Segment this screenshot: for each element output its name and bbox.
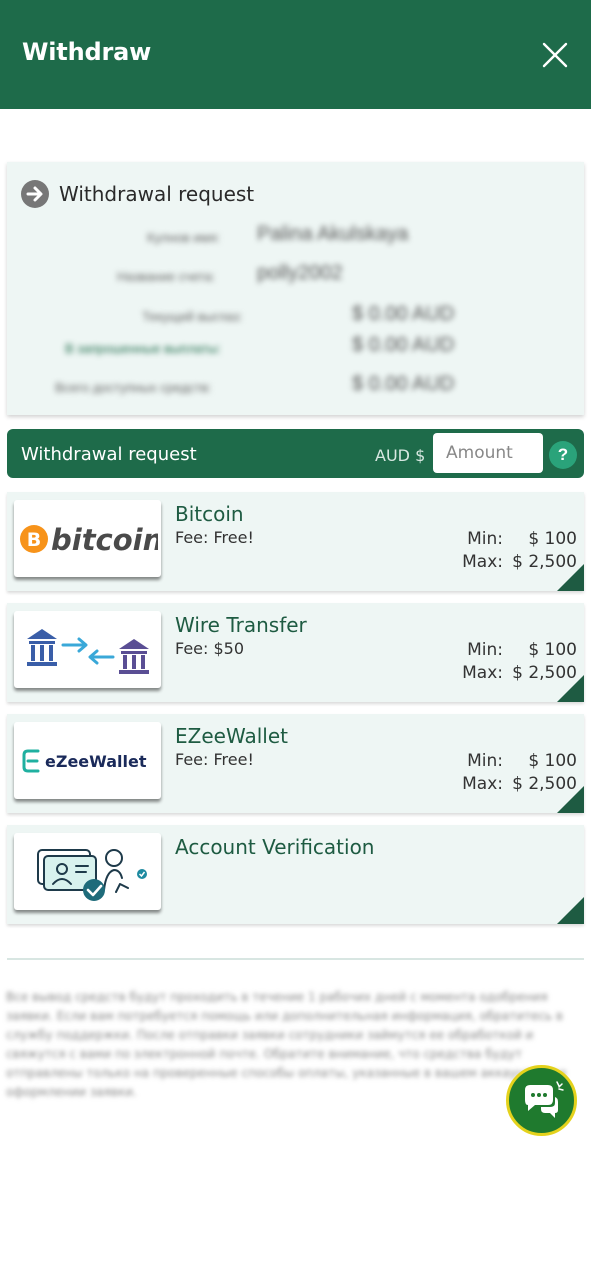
withdrawal-summary-panel: Withdrawal request Кулнов имя: Palina Ak… bbox=[7, 162, 584, 415]
method-fee: Fee: Free! bbox=[175, 528, 254, 547]
method-name: Wire Transfer bbox=[175, 613, 307, 637]
corner-accent bbox=[557, 897, 584, 924]
detail-value: $ 0.00 AUD bbox=[352, 303, 455, 325]
ezeewallet-logo: eZeeWallet bbox=[14, 722, 161, 799]
header-bar: Withdraw bbox=[0, 0, 591, 109]
svg-text:B: B bbox=[26, 529, 40, 551]
corner-accent bbox=[557, 675, 584, 702]
bitcoin-logo: B bitcoin bbox=[14, 500, 161, 577]
payment-method-bitcoin[interactable]: B bitcoin Bitcoin Fee: Free! Min: $ 100 … bbox=[7, 492, 584, 591]
request-label: Withdrawal request bbox=[21, 444, 197, 465]
disclaimer-text: Все вывод средств будут проходить в тече… bbox=[6, 990, 567, 1099]
page-title: Withdraw bbox=[22, 38, 152, 66]
detail-label: Кулнов имя: bbox=[147, 230, 221, 245]
bitcoin-wordmark: bitcoin bbox=[51, 523, 158, 557]
detail-value: $ 0.00 AUD bbox=[352, 373, 455, 395]
detail-label: Название счета: bbox=[117, 269, 216, 284]
min-value: $ 100 bbox=[528, 640, 577, 660]
bank-transfer-icon bbox=[14, 611, 161, 688]
corner-accent bbox=[557, 786, 584, 813]
id-verification-icon bbox=[14, 833, 161, 910]
account-verification[interactable]: Account Verification bbox=[7, 825, 584, 924]
live-chat-button[interactable] bbox=[506, 1065, 577, 1136]
detail-value: $ 0.00 AUD bbox=[352, 334, 455, 356]
arrow-right-circle-icon bbox=[21, 180, 49, 208]
close-icon[interactable] bbox=[538, 38, 572, 72]
ezeewallet-wordmark: eZeeWallet bbox=[45, 752, 147, 771]
method-fee: Fee: Free! bbox=[175, 750, 254, 769]
method-name: EZeeWallet bbox=[175, 724, 288, 748]
chat-bubbles-icon bbox=[524, 1080, 564, 1118]
help-button[interactable]: ? bbox=[549, 441, 577, 469]
detail-value: polly2002 bbox=[257, 262, 343, 284]
min-value: $ 100 bbox=[528, 529, 577, 549]
method-name: Account Verification bbox=[175, 835, 375, 859]
detail-label: Текущий выглаз: bbox=[142, 309, 243, 324]
detail-value: Palina Akulskaya bbox=[257, 223, 409, 245]
currency-label: AUD $ bbox=[375, 446, 426, 465]
method-name: Bitcoin bbox=[175, 502, 244, 526]
account-details: Кулнов имя: Palina Akulskaya Название сч… bbox=[7, 217, 584, 412]
section-divider bbox=[7, 958, 584, 960]
amount-input[interactable] bbox=[433, 433, 543, 473]
summary-title: Withdrawal request bbox=[59, 182, 255, 206]
min-value: $ 100 bbox=[528, 751, 577, 771]
payment-method-wire-transfer[interactable]: Wire Transfer Fee: $50 Min: $ 100 Max: $… bbox=[7, 603, 584, 702]
summary-header: Withdrawal request bbox=[20, 179, 254, 209]
payment-method-ezeewallet[interactable]: eZeeWallet EZeeWallet Fee: Free! Min: $ … bbox=[7, 714, 584, 813]
detail-label: Всего доступных средств: bbox=[55, 380, 212, 395]
method-fee: Fee: $50 bbox=[175, 639, 245, 658]
corner-accent bbox=[557, 564, 584, 591]
withdrawal-request-bar: Withdrawal request AUD $ ? bbox=[7, 429, 584, 478]
detail-label: В запрошенные выплаты: bbox=[65, 341, 221, 356]
